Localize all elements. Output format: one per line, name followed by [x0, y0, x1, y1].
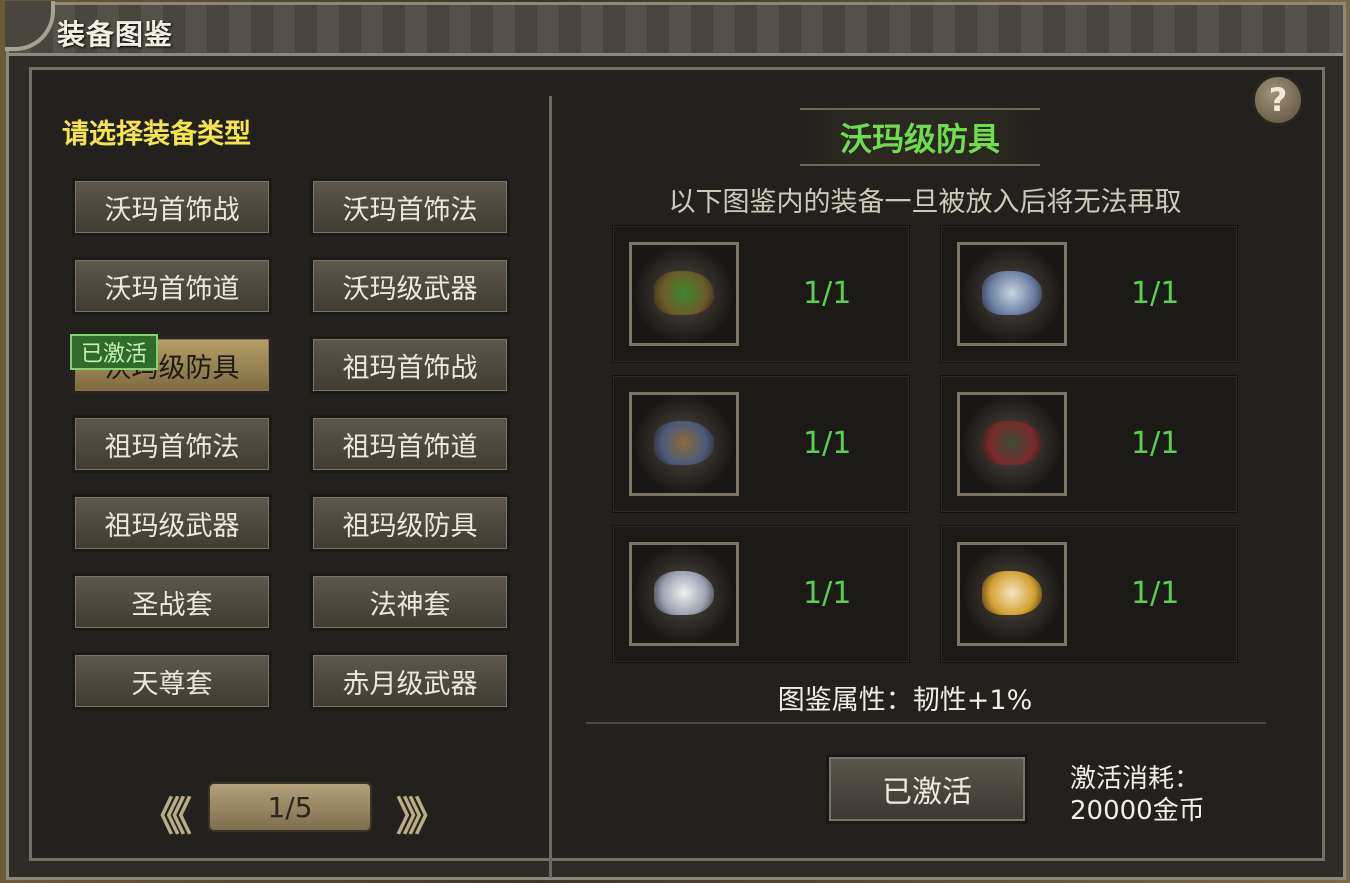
codex-attribute: 图鉴属性：韧性+1% [777, 685, 1033, 716]
slot-count: 1/1 [803, 576, 852, 611]
cost-value: 20000金币 [1070, 796, 1205, 826]
separator [586, 722, 1266, 724]
category-button[interactable]: 祖玛级武器 [72, 494, 272, 552]
equipment-slot[interactable]: 1/1 [940, 525, 1238, 663]
armor-bronze-icon[interactable] [629, 392, 739, 496]
slot-count: 1/1 [1131, 426, 1180, 461]
panel-divider [549, 96, 552, 878]
equipment-slot[interactable]: 1/1 [612, 225, 910, 363]
category-button[interactable]: 沃玛首饰道 [72, 257, 272, 315]
codex-notice: 以下图鉴内的装备一旦被放入后将无法再取 [668, 187, 1182, 218]
page-indicator: 1/5 [210, 784, 370, 830]
title-bar: 装备图鉴 [5, 1, 1343, 56]
category-button[interactable]: 沃玛级武器 [310, 257, 510, 315]
slot-count: 1/1 [1131, 576, 1180, 611]
category-button[interactable]: 祖玛级防具 [310, 494, 510, 552]
equipment-slot[interactable]: 1/1 [612, 525, 910, 663]
help-icon[interactable]: ? [1252, 74, 1304, 126]
category-button[interactable]: 法神套 [310, 573, 510, 631]
category-button[interactable]: 赤月级武器 [310, 652, 510, 710]
next-page-button[interactable]: 》》 [396, 784, 448, 842]
slot-count: 1/1 [803, 426, 852, 461]
slot-count: 1/1 [803, 276, 852, 311]
set-title: 沃玛级防具 [800, 108, 1040, 166]
armor-silver-icon[interactable] [957, 242, 1067, 346]
window-title: 装备图鉴 [57, 18, 174, 51]
category-button[interactable]: 沃玛首饰法 [310, 178, 510, 236]
item-graphic [982, 421, 1042, 465]
item-graphic [982, 271, 1042, 315]
category-button[interactable]: 祖玛首饰道 [310, 415, 510, 473]
prev-page-button[interactable]: 《《 [140, 784, 192, 842]
category-button[interactable]: 天尊套 [72, 652, 272, 710]
category-button[interactable]: 沃玛首饰战 [72, 178, 272, 236]
slot-count: 1/1 [1131, 276, 1180, 311]
armor-green-icon[interactable] [629, 242, 739, 346]
window-corner-ornament [5, 1, 55, 51]
category-prompt: 请选择装备类型 [62, 119, 251, 150]
item-graphic [654, 571, 714, 615]
category-button[interactable]: 圣战套 [72, 573, 272, 631]
category-button[interactable]: 祖玛首饰法 [72, 415, 272, 473]
category-button[interactable]: 祖玛首饰战 [310, 336, 510, 394]
equipment-slot[interactable]: 1/1 [940, 225, 1238, 363]
item-graphic [982, 571, 1042, 615]
item-graphic [654, 271, 714, 315]
item-graphic [654, 421, 714, 465]
armor-dark-icon[interactable] [957, 392, 1067, 496]
armor-white-icon[interactable] [629, 542, 739, 646]
equipment-slot[interactable]: 1/1 [612, 375, 910, 513]
armor-gold-icon[interactable] [957, 542, 1067, 646]
activate-button[interactable]: 已激活 [826, 754, 1028, 824]
equipment-slot[interactable]: 1/1 [940, 375, 1238, 513]
activated-badge: 已激活 [70, 334, 158, 370]
